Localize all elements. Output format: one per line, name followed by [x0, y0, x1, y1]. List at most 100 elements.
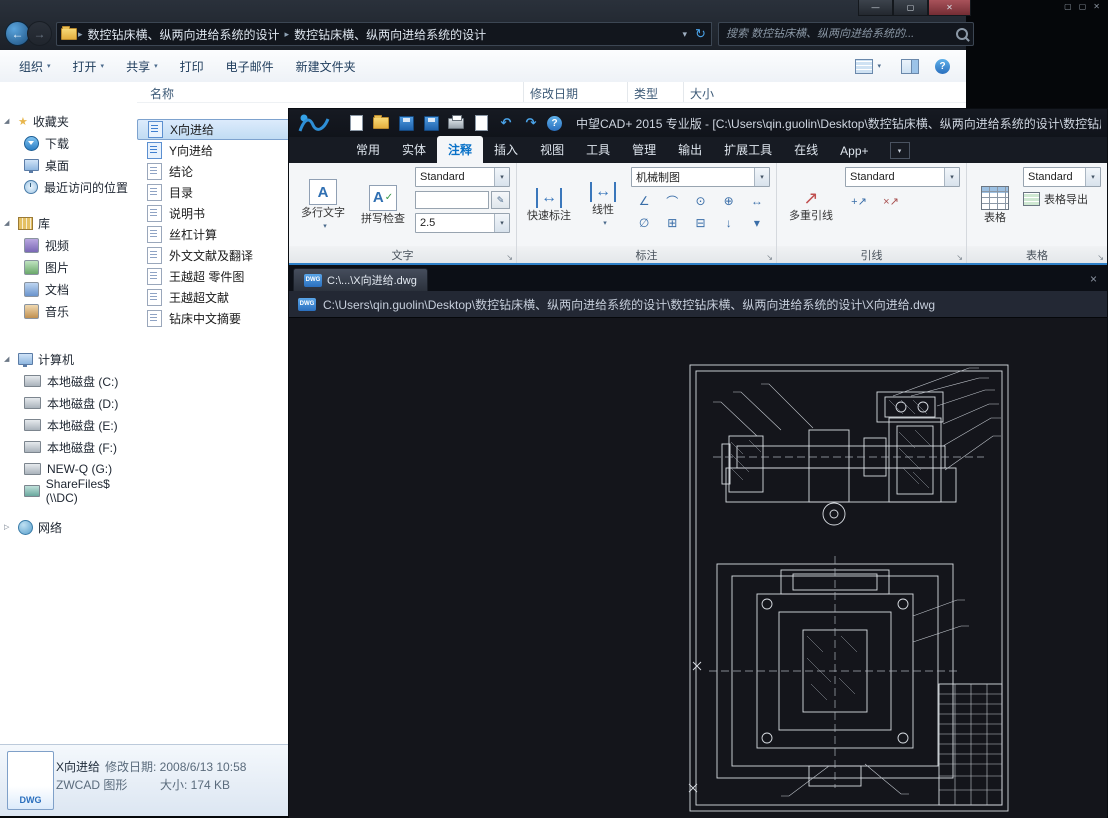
expander-icon[interactable]: ▷	[4, 523, 13, 531]
tab-manage[interactable]: 管理	[621, 136, 667, 163]
tab-output[interactable]: 输出	[667, 136, 713, 163]
mtext-button[interactable]: A 多行文字 ▾	[295, 167, 351, 242]
organize-button[interactable]: 组织 ▾	[8, 55, 62, 77]
expander-icon[interactable]: ◢	[4, 219, 13, 227]
chevron-down-icon[interactable]: ▾	[1085, 168, 1100, 186]
column-date[interactable]: 修改日期	[530, 85, 578, 102]
panel-footer-leader[interactable]: 引线 ↘	[777, 246, 966, 263]
sidebar-item-pictures[interactable]: 图片	[0, 256, 137, 278]
linear-dimension-button[interactable]: ↔ 线性 ▾	[581, 167, 625, 242]
ordinate-dim-icon[interactable]: ⊕	[716, 191, 742, 211]
breadcrumb-segment[interactable]: 数控钻床横、纵两向进给系统的设计	[290, 26, 490, 43]
chevron-down-icon[interactable]: ▾	[494, 168, 509, 186]
sidebar-section-favorites[interactable]: ◢ ★ 收藏夹	[0, 110, 137, 132]
open-file-button[interactable]	[372, 114, 390, 132]
dialog-launcher-icon[interactable]: ↘	[506, 253, 513, 262]
maximize-button[interactable]: ▢	[893, 0, 928, 16]
table-button[interactable]: 表格	[973, 167, 1017, 242]
background-window-controls[interactable]: ▢ ▢ ✕	[1064, 2, 1100, 11]
sidebar-item-drive-d[interactable]: 本地磁盘 (D:)	[0, 392, 137, 414]
symbol-insert-button[interactable]: ✎	[491, 191, 510, 209]
forward-button[interactable]: →	[27, 21, 52, 46]
text-style-select[interactable]: Standard ▾	[415, 167, 510, 187]
address-bar[interactable]: ▸ 数控钻床横、纵两向进给系统的设计 ▸ 数控钻床横、纵两向进给系统的设计 ▾	[56, 22, 696, 46]
column-divider[interactable]	[683, 82, 684, 102]
sidebar-section-libraries[interactable]: ◢ 库	[0, 212, 137, 234]
chevron-down-icon[interactable]: ▾	[944, 168, 959, 186]
panel-footer-table[interactable]: 表格 ↘	[967, 246, 1107, 263]
help-button[interactable]: ?	[935, 59, 950, 74]
sidebar-item-drive-c[interactable]: 本地磁盘 (C:)	[0, 370, 137, 392]
panel-footer-dimension[interactable]: 标注 ↘	[517, 246, 776, 263]
arc-dim-icon[interactable]: ⌒	[659, 191, 685, 211]
multileader-button[interactable]: ↗ 多重引线	[783, 167, 839, 242]
dim-style-select[interactable]: 机械制图 ▾	[631, 167, 770, 187]
sidebar-item-drive-e[interactable]: 本地磁盘 (E:)	[0, 414, 137, 436]
cad-canvas[interactable]	[289, 318, 1107, 818]
search-input[interactable]	[724, 27, 952, 41]
chevron-down-icon[interactable]: ▾	[494, 214, 509, 232]
tab-solid[interactable]: 实体	[391, 136, 437, 163]
maximize-icon[interactable]: ▢	[1064, 2, 1072, 11]
spell-check-button[interactable]: A✓ 拼写检查	[357, 167, 409, 242]
angular-dim-icon[interactable]: ∠	[631, 191, 657, 211]
ribbon-options-button[interactable]: ▾	[890, 142, 910, 159]
tab-annotate[interactable]: 注释	[437, 136, 483, 163]
diameter-dim-icon[interactable]: ∅	[631, 213, 657, 233]
table-export-button[interactable]: 表格导出	[1023, 191, 1101, 207]
redo-button[interactable]: ↷	[522, 114, 540, 132]
new-file-button[interactable]	[347, 114, 365, 132]
more-dims-icon[interactable]: ▾	[744, 213, 770, 233]
quick-dimension-button[interactable]: ↔ 快速标注	[523, 167, 575, 242]
sidebar-item-videos[interactable]: 视频	[0, 234, 137, 256]
sidebar-section-network[interactable]: ▷ 网络	[0, 516, 137, 538]
share-button[interactable]: 共享 ▾	[115, 55, 169, 77]
column-divider[interactable]	[523, 82, 524, 102]
column-divider[interactable]	[627, 82, 628, 102]
sidebar-item-documents[interactable]: 文档	[0, 278, 137, 300]
tab-view[interactable]: 视图	[529, 136, 575, 163]
table-style-select[interactable]: Standard ▾	[1023, 167, 1101, 187]
tab-express-tools[interactable]: 扩展工具	[713, 136, 783, 163]
plot-preview-button[interactable]	[472, 114, 490, 132]
tab-home[interactable]: 常用	[345, 136, 391, 163]
sidebar-item-sharefiles[interactable]: ShareFiles$ (\\DC)	[0, 480, 137, 502]
breadcrumb-segment[interactable]: 数控钻床横、纵两向进给系统的设计	[84, 26, 284, 43]
column-size[interactable]: 大小	[690, 85, 714, 102]
maximize-icon[interactable]: ▢	[1079, 2, 1087, 11]
refresh-button[interactable]: ↻	[690, 22, 712, 46]
save-as-button[interactable]	[422, 114, 440, 132]
close-button[interactable]: ✕	[928, 0, 971, 16]
continue-dim-icon[interactable]: ⊟	[687, 213, 713, 233]
print-button[interactable]: 打印	[169, 55, 215, 77]
document-tab[interactable]: DWG C:\...\X向进给.dwg	[293, 268, 428, 291]
mleader-style-select[interactable]: Standard ▾	[845, 167, 960, 187]
baseline-dim-icon[interactable]: ⊞	[659, 213, 685, 233]
dialog-launcher-icon[interactable]: ↘	[956, 253, 963, 262]
text-field[interactable]	[415, 191, 489, 209]
undo-button[interactable]: ↶	[497, 114, 515, 132]
column-name[interactable]: 名称	[150, 85, 174, 102]
chevron-down-icon[interactable]: ▾	[754, 168, 769, 186]
close-document-icon[interactable]: ×	[1090, 272, 1097, 286]
text-height-select[interactable]: 2.5 ▾	[415, 213, 510, 233]
sidebar-item-desktop[interactable]: 桌面	[0, 154, 137, 176]
help-button[interactable]: ?	[547, 116, 562, 131]
dialog-launcher-icon[interactable]: ↘	[1097, 253, 1104, 262]
new-folder-button[interactable]: 新建文件夹	[285, 55, 367, 77]
email-button[interactable]: 电子邮件	[215, 55, 285, 77]
expander-icon[interactable]: ◢	[4, 117, 13, 125]
sidebar-item-music[interactable]: 音乐	[0, 300, 137, 322]
save-button[interactable]	[397, 114, 415, 132]
sidebar-item-recent[interactable]: 最近访问的位置	[0, 176, 137, 198]
close-icon[interactable]: ✕	[1093, 2, 1100, 11]
tab-online[interactable]: 在线	[783, 136, 829, 163]
sidebar-item-drive-f[interactable]: 本地磁盘 (F:)	[0, 436, 137, 458]
column-type[interactable]: 类型	[634, 85, 658, 102]
expander-icon[interactable]: ◢	[4, 355, 13, 363]
aligned-dim-icon[interactable]: ↔	[744, 191, 770, 211]
change-view-button[interactable]: ▾	[851, 55, 885, 77]
center-mark-icon[interactable]: ⊙	[687, 191, 713, 211]
tab-tools[interactable]: 工具	[575, 136, 621, 163]
break-dim-icon[interactable]: ↓	[716, 213, 742, 233]
